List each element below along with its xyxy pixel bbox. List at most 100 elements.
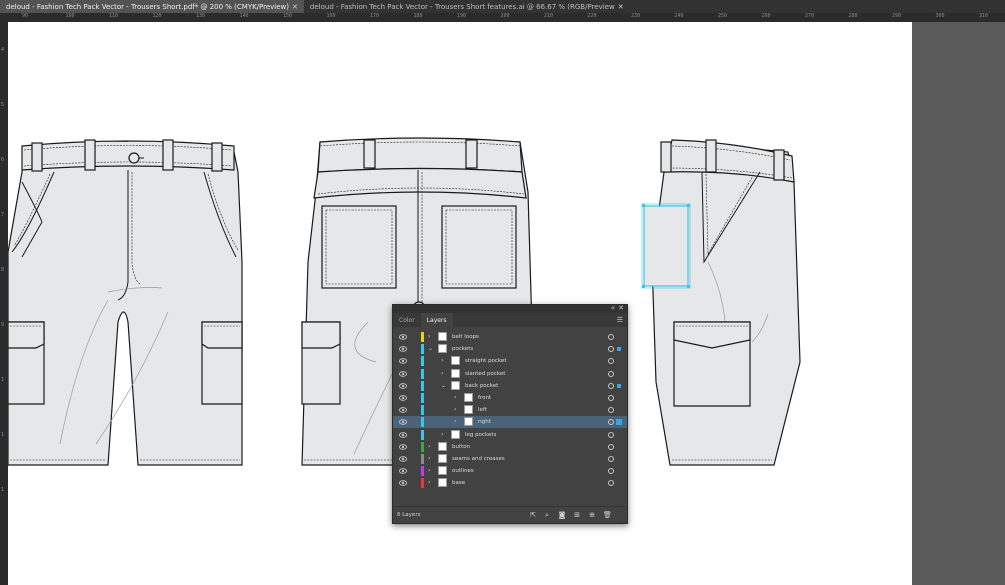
trash-icon[interactable]: 🗑 [603, 511, 612, 519]
layer-row-button[interactable]: › button [393, 441, 627, 453]
ruler-tick-label: 8 [1, 267, 5, 273]
target-circle-icon[interactable] [608, 334, 614, 340]
target-circle-icon[interactable] [608, 395, 614, 401]
target-circle-icon[interactable] [608, 443, 614, 450]
close-icon[interactable]: ✕ [618, 304, 624, 312]
target-circle-icon[interactable] [608, 419, 614, 426]
chevron-right-icon[interactable]: › [454, 418, 456, 425]
eye-icon[interactable] [399, 468, 407, 474]
layer-row-seams-and-creases[interactable]: › seams and creases [393, 453, 627, 465]
ruler-tick-label: 9 [1, 322, 5, 328]
minimize-icon[interactable]: « [611, 304, 615, 312]
ruler-tick-label: 5 [1, 102, 5, 108]
chevron-right-icon[interactable]: › [454, 394, 456, 401]
panel-menu-icon[interactable]: ☰ [617, 316, 623, 324]
chevron-right-icon[interactable]: › [428, 467, 430, 474]
chevron-down-icon[interactable]: ⌄ [428, 345, 433, 352]
layer-name[interactable]: back pocket [465, 383, 498, 389]
export-icon[interactable]: ⇱ [529, 511, 537, 519]
target-circle-icon[interactable] [608, 431, 614, 438]
eye-icon[interactable] [399, 346, 407, 352]
layer-name[interactable]: right [478, 419, 491, 425]
chevron-right-icon[interactable]: › [428, 455, 430, 462]
new-layer-icon[interactable]: ⊕ [588, 511, 596, 519]
eye-icon[interactable] [399, 431, 407, 438]
document-tab-2[interactable]: deloud - Fashion Tech Pack Vector - Trou… [304, 0, 630, 13]
eye-icon[interactable] [399, 383, 407, 389]
eye-icon[interactable] [399, 456, 407, 462]
horizontal-ruler[interactable]: 90 100 110 120 130 140 150 160 170 180 190 200 210 22… [8, 13, 1005, 22]
layer-row-front[interactable]: › front [393, 392, 627, 404]
layer-row-right[interactable]: › right [393, 416, 627, 429]
chevron-right-icon[interactable]: › [441, 357, 443, 364]
layer-name[interactable]: button [452, 444, 470, 450]
layer-thumbnail [451, 429, 460, 439]
panel-tabs: Color Layers ☰ [393, 313, 627, 327]
layer-name[interactable]: front [478, 395, 491, 401]
selection-indicator[interactable] [616, 419, 622, 426]
target-circle-icon[interactable] [608, 468, 614, 475]
vertical-ruler[interactable]: 4 5 6 7 8 9 1 1 1 [0, 13, 8, 585]
layer-color-bar [421, 368, 424, 379]
layers-panel[interactable]: « ✕ Color Layers ☰ › belt loops ⌄ pockets › s… [392, 304, 628, 524]
target-circle-icon[interactable] [608, 480, 614, 487]
layer-name[interactable]: slanted pocket [465, 371, 505, 377]
ruler-tick-label: 260 [761, 13, 771, 19]
layer-name[interactable]: outlines [452, 468, 474, 474]
chevron-right-icon[interactable]: › [428, 333, 430, 340]
search-icon[interactable]: ⌕ [543, 511, 551, 519]
chevron-right-icon[interactable]: › [441, 370, 443, 377]
layer-name[interactable]: pockets [452, 346, 473, 352]
eye-icon[interactable] [399, 358, 407, 365]
eye-icon[interactable] [399, 419, 407, 426]
layer-name[interactable]: seams and creases [452, 456, 505, 462]
target-circle-icon[interactable] [608, 370, 614, 377]
new-sublayer-icon[interactable]: ⊞ [573, 511, 581, 519]
close-icon[interactable]: ✕ [618, 3, 624, 11]
layer-row-left[interactable]: › left [393, 404, 627, 416]
selection-indicator[interactable] [617, 347, 621, 352]
target-circle-icon[interactable] [608, 346, 614, 353]
eye-icon[interactable] [399, 444, 407, 450]
target-circle-icon[interactable] [608, 407, 614, 414]
layer-row-pockets[interactable]: ⌄ pockets [393, 343, 627, 355]
chevron-down-icon[interactable]: ⌄ [441, 382, 446, 389]
target-circle-icon[interactable] [608, 358, 614, 365]
layer-row-outlines[interactable]: › outlines [393, 465, 627, 477]
layer-name[interactable]: belt loops [452, 334, 479, 340]
tab-layers-label: Layers [426, 316, 447, 324]
clipping-mask-icon[interactable]: ◙ [558, 511, 566, 519]
layer-name[interactable]: left [478, 407, 487, 413]
chevron-right-icon[interactable]: › [441, 431, 443, 438]
layer-row-base[interactable]: › base [393, 477, 627, 489]
eye-icon[interactable] [399, 370, 407, 377]
target-circle-icon[interactable] [608, 456, 614, 462]
layer-thumbnail [451, 356, 460, 366]
close-icon[interactable]: ✕ [292, 3, 298, 11]
chevron-right-icon[interactable]: › [454, 406, 456, 413]
layer-row-straight-pocket[interactable]: › straight pocket [393, 355, 627, 367]
selection-indicator[interactable] [617, 383, 621, 388]
document-tab-1[interactable]: deloud - Fashion Tech Pack Vector - Trou… [0, 0, 304, 13]
side-shorts[interactable] [641, 139, 801, 466]
layer-row-leg-pockets[interactable]: › leg pockets [393, 429, 627, 441]
tab-layers[interactable]: Layers [420, 313, 453, 327]
layer-color-bar [421, 332, 424, 342]
eye-icon[interactable] [399, 407, 407, 413]
tab-color[interactable]: Color [393, 313, 421, 327]
eye-icon[interactable] [399, 480, 407, 487]
layer-name[interactable]: base [452, 480, 465, 486]
layer-name[interactable]: straight pocket [465, 358, 506, 364]
selected-pocket-right[interactable] [643, 205, 689, 287]
target-circle-icon[interactable] [608, 382, 614, 389]
panel-titlebar[interactable]: « ✕ [393, 304, 627, 313]
front-shorts[interactable] [8, 139, 243, 466]
layer-row-back-pocket[interactable]: ⌄ back pocket [393, 380, 627, 392]
layer-row-slanted-pocket[interactable]: › slanted pocket [393, 368, 627, 380]
eye-icon[interactable] [399, 395, 407, 401]
layer-row-belt-loops[interactable]: › belt loops [393, 331, 627, 343]
eye-icon[interactable] [399, 334, 407, 340]
chevron-right-icon[interactable]: › [428, 443, 430, 450]
chevron-right-icon[interactable]: › [428, 479, 430, 486]
layer-name[interactable]: leg pockets [465, 432, 496, 438]
